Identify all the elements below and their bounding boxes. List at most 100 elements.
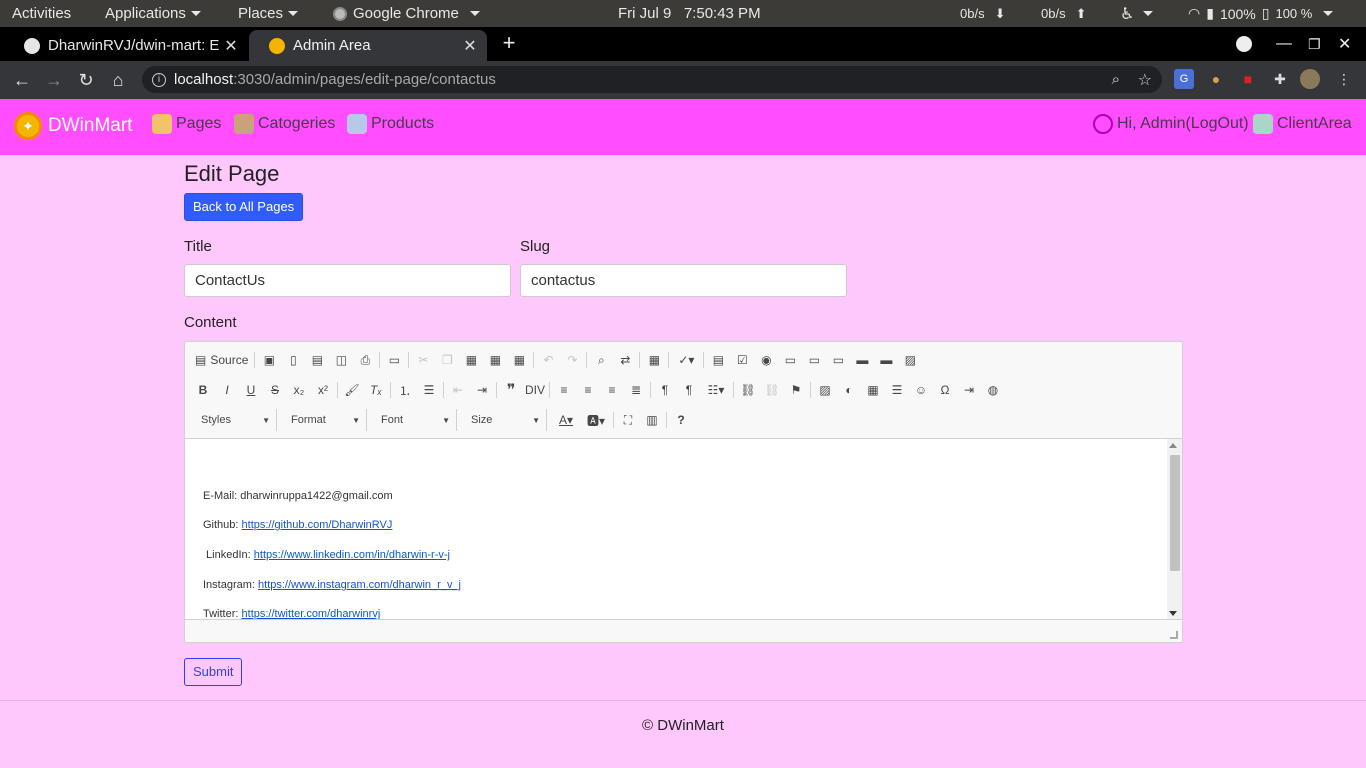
redo-button[interactable]: ↷ <box>560 349 584 371</box>
page-break-button[interactable]: ⇥ <box>957 379 981 401</box>
zoom-icon[interactable]: ⌕ <box>1112 71 1120 88</box>
nav-products[interactable]: Products <box>347 114 434 134</box>
select-field-button[interactable]: ▭ <box>826 349 850 371</box>
save-button[interactable]: ▣ <box>257 349 281 371</box>
link-button[interactable]: ⛓ <box>736 379 760 401</box>
textarea-button[interactable]: ▭ <box>802 349 826 371</box>
blockquote-button[interactable]: ❞ <box>499 379 523 401</box>
paste-button[interactable]: ▦ <box>459 349 483 371</box>
client-area-link[interactable]: ClientArea <box>1253 114 1352 134</box>
profile-avatar[interactable] <box>1300 69 1320 89</box>
title-input[interactable]: ContactUs <box>184 264 511 297</box>
undo-button[interactable]: ↶ <box>536 349 560 371</box>
align-center-button[interactable]: ≡ <box>576 379 600 401</box>
subscript-button[interactable]: x₂ <box>287 379 311 401</box>
tab-github[interactable]: DharwinRVJ/dwin-mart: E ✕ <box>4 30 248 61</box>
select-all-button[interactable]: ▦ <box>642 349 666 371</box>
tab-search-button[interactable] <box>1236 27 1252 61</box>
resize-handle-icon[interactable] <box>1170 631 1178 639</box>
spellcheck-button[interactable]: ✓▾ <box>671 349 701 371</box>
remove-format-button[interactable]: Tₓ <box>364 379 388 401</box>
paste-text-button[interactable]: ▦ <box>483 349 507 371</box>
about-button[interactable]: ? <box>669 409 693 431</box>
logout-link[interactable]: Hi, Admin(LogOut) <box>1093 114 1249 134</box>
textfield-button[interactable]: ▭ <box>778 349 802 371</box>
hidden-field-button[interactable]: ▨ <box>898 349 922 371</box>
source-button[interactable]: ▤ Source <box>191 349 252 371</box>
reload-button[interactable]: ↻ <box>72 61 100 99</box>
activities-button[interactable]: Activities <box>12 0 71 27</box>
close-icon[interactable]: ✕ <box>222 36 240 56</box>
extensions-puzzle-icon[interactable]: ✚ <box>1270 69 1290 89</box>
restore-button[interactable]: ❐ <box>1308 27 1321 61</box>
justify-button[interactable]: ≣ <box>624 379 648 401</box>
address-bar[interactable]: i localhost:3030/admin/pages/edit-page/c… <box>142 66 1162 93</box>
text-color-button[interactable]: A▾ <box>551 409 581 431</box>
new-page-button[interactable]: ▯ <box>281 349 305 371</box>
accessibility-menu[interactable]: ♿ <box>1120 0 1154 27</box>
github-link[interactable]: https://github.com/DharwinRVJ <box>242 519 393 531</box>
find-button[interactable]: ⌕ <box>589 349 613 371</box>
format-dropdown[interactable]: Format ▼ <box>281 409 367 431</box>
bulleted-list-button[interactable]: ☰ <box>417 379 441 401</box>
office-extension-icon[interactable]: ■ <box>1238 69 1258 89</box>
scroll-down-icon[interactable] <box>1169 611 1177 616</box>
applications-menu[interactable]: Applications <box>105 0 201 27</box>
size-dropdown[interactable]: Size ▼ <box>461 409 547 431</box>
nav-pages[interactable]: Pages <box>152 114 221 134</box>
editor-scrollbar[interactable] <box>1167 439 1182 619</box>
clock[interactable]: Fri Jul 9 7:50:43 PM <box>618 0 761 27</box>
cut-button[interactable]: ✂ <box>411 349 435 371</box>
scrollbar-thumb[interactable] <box>1170 455 1180 571</box>
minimize-button[interactable]: — <box>1276 27 1292 61</box>
anchor-button[interactable]: ⚑ <box>784 379 808 401</box>
templates-button[interactable]: ▭ <box>382 349 406 371</box>
menu-kebab-icon[interactable]: ⋮ <box>1334 69 1354 89</box>
radio-button[interactable]: ◉ <box>754 349 778 371</box>
rtl-button[interactable]: ¶ <box>677 379 701 401</box>
copy-format-button[interactable]: 🖌 <box>340 379 364 401</box>
close-window-button[interactable]: ✕ <box>1338 27 1351 61</box>
italic-button[interactable]: I <box>215 379 239 401</box>
numbered-list-button[interactable]: ⒈ <box>393 379 417 401</box>
copy-button[interactable]: ❐ <box>435 349 459 371</box>
forward-button[interactable]: → <box>40 61 68 99</box>
strike-button[interactable]: S <box>263 379 287 401</box>
button-field-button[interactable]: ▬ <box>850 349 874 371</box>
font-dropdown[interactable]: Font ▼ <box>371 409 457 431</box>
iframe-button[interactable]: ◍ <box>981 379 1005 401</box>
image-button-field-button[interactable]: ▬ <box>874 349 898 371</box>
scroll-up-icon[interactable] <box>1169 443 1177 448</box>
bold-button[interactable]: B <box>191 379 215 401</box>
outdent-button[interactable]: ⇤ <box>446 379 470 401</box>
language-button[interactable]: ☷▾ <box>701 379 731 401</box>
horizontal-line-button[interactable]: ☰ <box>885 379 909 401</box>
translate-extension-icon[interactable]: G <box>1174 69 1194 89</box>
home-button[interactable]: ⌂ <box>104 61 132 99</box>
maximize-button[interactable]: ⛶ <box>616 409 640 431</box>
twitter-link[interactable]: https://twitter.com/dharwinrvj <box>242 608 381 619</box>
superscript-button[interactable]: x² <box>311 379 335 401</box>
checkbox-button[interactable]: ☑ <box>730 349 754 371</box>
export-pdf-button[interactable]: ▤ <box>305 349 329 371</box>
cookie-extension-icon[interactable]: ● <box>1206 69 1226 89</box>
slug-input[interactable]: contactus <box>520 264 847 297</box>
form-button[interactable]: ▤ <box>706 349 730 371</box>
submit-button[interactable]: Submit <box>184 658 243 686</box>
flash-button[interactable]: ◐ <box>837 379 861 401</box>
div-container-button[interactable]: DIV <box>523 379 547 401</box>
ltr-button[interactable]: ¶ <box>653 379 677 401</box>
linkedin-link[interactable]: https://www.linkedin.com/in/dharwin-r-v-… <box>254 549 450 561</box>
back-to-all-pages-button[interactable]: Back to All Pages <box>184 193 304 221</box>
editor-content-area[interactable]: E-Mail: dharwinruppa1422@gmail.com Githu… <box>185 438 1182 619</box>
paste-word-button[interactable]: ▦ <box>507 349 531 371</box>
align-right-button[interactable]: ≡ <box>600 379 624 401</box>
tab-admin-area[interactable]: Admin Area ✕ <box>249 30 487 61</box>
underline-button[interactable]: U <box>239 379 263 401</box>
replace-button[interactable]: ⇄ <box>613 349 637 371</box>
nav-categories[interactable]: Catogeries <box>234 114 335 134</box>
print-button[interactable]: ⎙ <box>353 349 377 371</box>
indent-button[interactable]: ⇥ <box>470 379 494 401</box>
status-menu[interactable]: ◠ ▮ 100% ▯ 100 % <box>1188 0 1334 27</box>
unlink-button[interactable]: ⛓ <box>760 379 784 401</box>
